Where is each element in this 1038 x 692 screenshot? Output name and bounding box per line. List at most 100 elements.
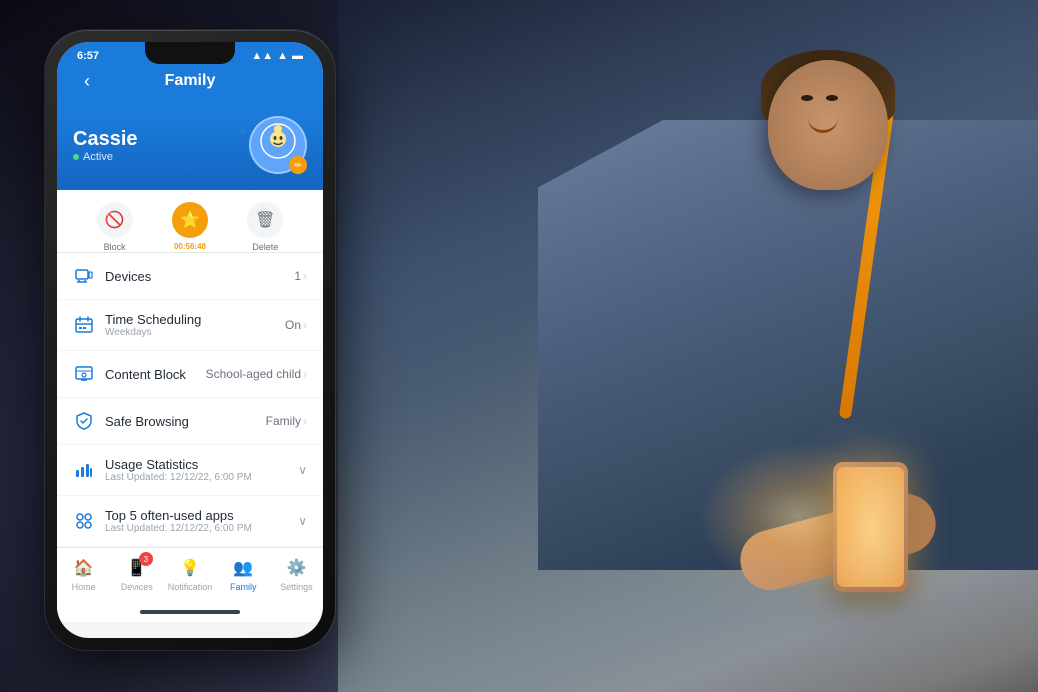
top-apps-header[interactable]: Top 5 often-used apps Last Updated: 12/1… <box>57 496 323 546</box>
phone-shell: 6:57 ▲▲ ▲ ▬ ‹ Family Cassie <box>45 30 335 650</box>
profile-name: Cassie <box>73 128 138 151</box>
action-row: 🚫 Block ⭐ 00:56:48 🗑 Delete <box>57 190 323 253</box>
content-content: Content Block <box>105 367 196 382</box>
wifi-icon: ▲ <box>277 50 288 62</box>
timer-display: 00:56:48 <box>174 242 206 251</box>
devices-right: 1 › <box>294 269 307 283</box>
browsing-value: Family <box>266 414 301 428</box>
edit-badge[interactable]: ✏ <box>289 156 307 174</box>
nav-devices-badge: 3 <box>139 552 153 566</box>
safe-browsing-icon <box>73 410 95 432</box>
status-label: Active <box>83 151 113 163</box>
delete-button[interactable]: 🗑 Delete <box>247 202 283 252</box>
top-apps-sublabel: Last Updated: 12/12/22, 6:00 PM <box>105 523 288 534</box>
schedule-icon <box>73 314 95 336</box>
home-icon: 🏠 <box>72 556 96 580</box>
nav-notification-label: Notification <box>168 582 213 592</box>
browsing-label: Safe Browsing <box>105 414 256 429</box>
nav-devices[interactable]: 📱 3 Devices <box>110 556 163 592</box>
top-apps-section: Top 5 often-used apps Last Updated: 12/1… <box>57 496 323 547</box>
usage-label: Usage Statistics <box>105 457 288 472</box>
devices-chevron: › <box>303 269 307 283</box>
schedule-value: On <box>285 318 301 332</box>
block-label: Block <box>104 242 126 252</box>
profile-left: Cassie Active <box>73 128 138 163</box>
header-title: Family <box>165 72 216 90</box>
schedule-content: Time Scheduling Weekdays <box>105 312 275 338</box>
nav-family[interactable]: 👥 Family <box>217 556 270 592</box>
avatar[interactable]: ✏ <box>249 116 307 174</box>
child-eye-left <box>826 95 838 101</box>
delete-icon: 🗑 <box>247 202 283 238</box>
browsing-chevron: › <box>303 414 307 428</box>
notification-icon: 💡 <box>178 556 202 580</box>
home-bar <box>140 610 240 614</box>
schedule-sublabel: Weekdays <box>105 327 275 338</box>
menu-item-schedule[interactable]: Time Scheduling Weekdays On › <box>57 300 323 351</box>
top-apps-label: Top 5 often-used apps <box>105 508 288 523</box>
schedule-label: Time Scheduling <box>105 312 275 327</box>
usage-chevron: ∨ <box>298 463 307 477</box>
top-apps-content: Top 5 often-used apps Last Updated: 12/1… <box>105 508 288 534</box>
home-indicator <box>57 604 323 622</box>
content-right: School-aged child › <box>206 367 307 381</box>
avatar-svg <box>260 123 296 159</box>
nav-home[interactable]: 🏠 Home <box>57 556 110 592</box>
usage-content: Usage Statistics Last Updated: 12/12/22,… <box>105 457 288 483</box>
nav-notification[interactable]: 💡 Notification <box>163 556 216 592</box>
header-nav: ‹ Family <box>73 72 307 90</box>
signal-icon: ▲▲ <box>251 50 273 62</box>
usage-sublabel: Last Updated: 12/12/22, 6:00 PM <box>105 472 288 483</box>
nav-devices-icon: 📱 3 <box>125 556 149 580</box>
schedule-chevron: › <box>303 318 307 332</box>
content-chevron: › <box>303 367 307 381</box>
content-value: School-aged child <box>206 367 301 381</box>
status-dot <box>73 154 79 160</box>
bottom-nav: 🏠 Home 📱 3 Devices 💡 Notification 👥 <box>57 547 323 604</box>
devices-label: Devices <box>105 269 284 284</box>
menu-list: Devices 1 › <box>57 253 323 547</box>
browsing-content: Safe Browsing <box>105 414 256 429</box>
block-icon: 🚫 <box>97 202 133 238</box>
schedule-right: On › <box>285 318 307 332</box>
menu-item-browsing[interactable]: Safe Browsing Family › <box>57 398 323 445</box>
profile-section: Cassie Active <box>57 116 323 190</box>
browsing-right: Family › <box>266 414 307 428</box>
status-icons: ▲▲ ▲ ▬ <box>251 50 303 62</box>
phone-mockup: 6:57 ▲▲ ▲ ▬ ‹ Family Cassie <box>45 30 335 650</box>
family-icon: 👥 <box>231 556 255 580</box>
settings-icon: ⚙️ <box>284 556 308 580</box>
status-time: 6:57 <box>77 50 99 62</box>
content-block-icon <box>73 363 95 385</box>
devices-value: 1 <box>294 269 301 283</box>
devices-content: Devices <box>105 269 284 284</box>
battery-icon: ▬ <box>292 50 303 62</box>
stats-icon <box>73 459 95 481</box>
child-eye-right <box>801 95 813 101</box>
phone-screen: 6:57 ▲▲ ▲ ▬ ‹ Family Cassie <box>57 42 323 638</box>
phone-glow <box>698 442 898 592</box>
nav-family-label: Family <box>230 582 257 592</box>
nav-settings-label: Settings <box>280 582 313 592</box>
app-header: ‹ Family <box>57 66 323 116</box>
nav-devices-label: Devices <box>121 582 153 592</box>
profile-info: Cassie Active <box>73 116 307 174</box>
timer-button[interactable]: ⭐ 00:56:48 <box>172 202 208 252</box>
usage-stats-section: Usage Statistics Last Updated: 12/12/22,… <box>57 445 323 496</box>
devices-icon <box>73 265 95 287</box>
delete-label: Delete <box>252 242 278 252</box>
timer-icon: ⭐ <box>172 202 208 238</box>
block-button[interactable]: 🚫 Block <box>97 202 133 252</box>
menu-item-content[interactable]: Content Block School-aged child › <box>57 351 323 398</box>
content-label: Content Block <box>105 367 196 382</box>
menu-item-devices[interactable]: Devices 1 › <box>57 253 323 300</box>
nav-settings[interactable]: ⚙️ Settings <box>270 556 323 592</box>
phone-notch <box>145 42 235 64</box>
nav-home-label: Home <box>72 582 96 592</box>
background-scene <box>338 0 1038 692</box>
top-apps-chevron: ∨ <box>298 514 307 528</box>
back-button[interactable]: ‹ <box>73 67 101 95</box>
profile-status: Active <box>73 151 138 163</box>
usage-stats-header[interactable]: Usage Statistics Last Updated: 12/12/22,… <box>57 445 323 495</box>
apps-icon <box>73 510 95 532</box>
